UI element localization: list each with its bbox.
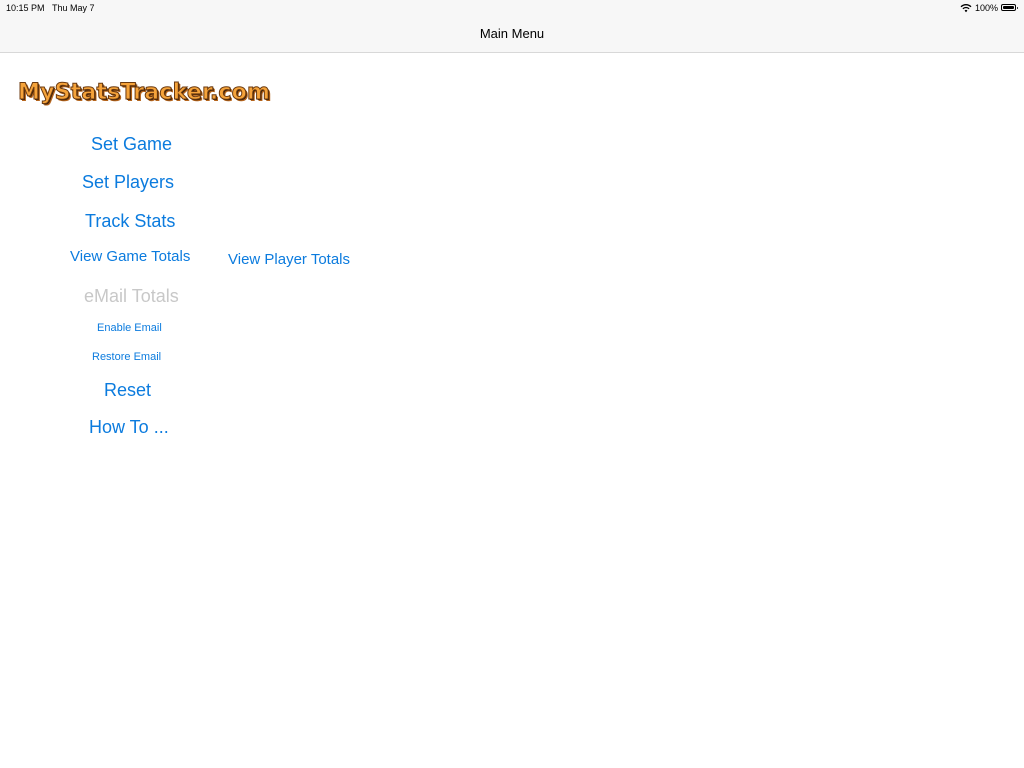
navigation-bar: Main Menu: [0, 16, 1024, 53]
status-date: Thu May 7: [52, 3, 95, 13]
enable-email-button[interactable]: Enable Email: [97, 322, 162, 334]
logo: MyStatsTracker.com: [17, 80, 271, 106]
status-bar: 10:15 PM Thu May 7 100%: [0, 0, 1024, 16]
status-time: 10:15 PM: [6, 3, 45, 13]
how-to-button[interactable]: How To ...: [89, 417, 169, 438]
set-game-button[interactable]: Set Game: [91, 134, 172, 155]
view-game-totals-button[interactable]: View Game Totals: [70, 248, 190, 265]
set-players-button[interactable]: Set Players: [82, 172, 174, 193]
track-stats-button[interactable]: Track Stats: [85, 211, 175, 232]
battery-percent: 100%: [975, 3, 999, 13]
wifi-icon: [960, 4, 972, 13]
email-totals-button[interactable]: eMail Totals: [84, 286, 179, 307]
reset-button[interactable]: Reset: [104, 380, 151, 401]
battery-icon: [1001, 4, 1018, 11]
view-player-totals-button[interactable]: View Player Totals: [228, 251, 350, 268]
page-title: Main Menu: [479, 26, 545, 41]
restore-email-button[interactable]: Restore Email: [92, 351, 161, 363]
